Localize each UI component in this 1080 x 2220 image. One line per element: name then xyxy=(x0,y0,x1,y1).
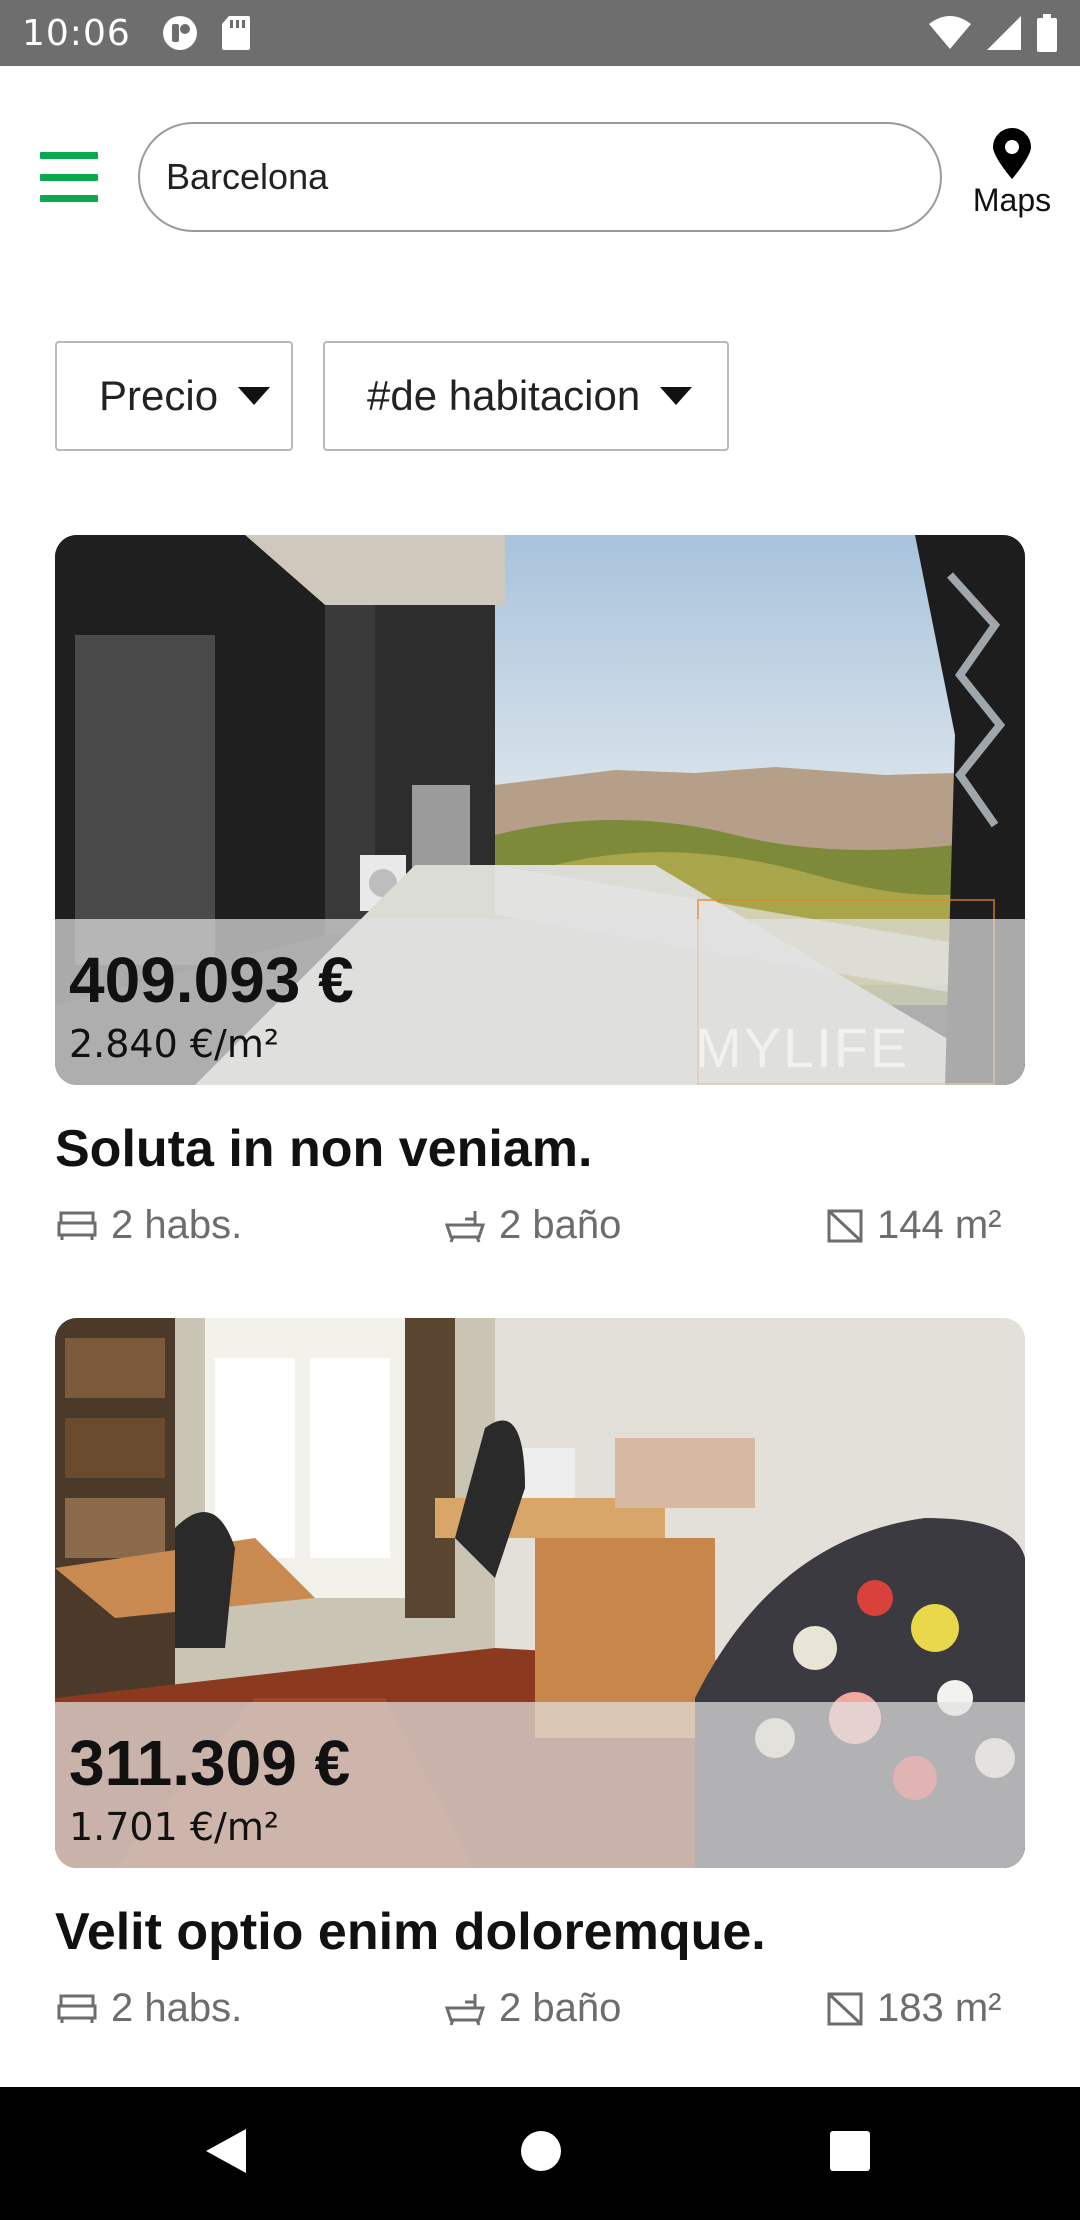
price-filter-label: Precio xyxy=(99,372,219,419)
baths-text: 2 baño xyxy=(499,1203,622,1247)
listing-title[interactable]: Velit optio enim doloremque. xyxy=(55,1902,1025,1962)
baths-feature: 2 baño xyxy=(445,1203,621,1248)
signal-icon xyxy=(987,16,1021,50)
search-input[interactable] xyxy=(166,156,940,198)
header: Maps xyxy=(0,66,1080,286)
area-feature: 144 m² xyxy=(827,1203,1002,1248)
area-feature: 183 m² xyxy=(827,1986,1002,2031)
price-filter-dropdown[interactable]: Precio xyxy=(55,341,293,451)
listing-price: 311.309 € xyxy=(69,1727,351,1799)
rooms-filter-label: #de habitacion xyxy=(367,372,641,419)
system-nav-bar xyxy=(0,2087,1080,2220)
baths-text: 2 baño xyxy=(499,1986,622,2030)
home-icon[interactable] xyxy=(519,2127,563,2175)
map-pin-icon xyxy=(993,128,1031,179)
listing-price-per-m2: 2.840 €/m² xyxy=(69,1022,280,1066)
maps-label: Maps xyxy=(972,182,1052,218)
rooms-text: 2 habs. xyxy=(111,1986,243,2030)
battery-icon xyxy=(1037,14,1057,52)
bathtub-icon xyxy=(445,1993,485,2026)
rooms-feature: 2 habs. xyxy=(57,1203,242,1248)
listing-price: 409.093 € xyxy=(69,944,354,1016)
rooms-text: 2 habs. xyxy=(111,1203,243,1247)
status-time: 10:06 xyxy=(22,12,131,54)
listing-card[interactable]: MYLIFE 409.093 € 2.840 €/m² Soluta in no… xyxy=(55,535,1025,1273)
search-field[interactable] xyxy=(138,122,942,232)
listing-features: 2 habs. 2 baño 183 m² xyxy=(55,1986,1025,2056)
listing-photo[interactable]: MYLIFE 409.093 € 2.840 €/m² xyxy=(55,535,1025,1085)
listing-photo[interactable]: 311.309 € 1.701 €/m² xyxy=(55,1318,1025,1868)
listing-card[interactable]: 311.309 € 1.701 €/m² Velit optio enim do… xyxy=(55,1318,1025,2056)
bathtub-icon xyxy=(445,1210,485,1243)
listing-features: 2 habs. 2 baño 144 m² xyxy=(55,1203,1025,1273)
watermark-logo: MYLIFE xyxy=(695,1016,910,1079)
menu-icon[interactable] xyxy=(40,152,98,202)
app-notification-icon xyxy=(162,16,197,50)
rooms-feature: 2 habs. xyxy=(57,1986,242,2031)
maps-button[interactable]: Maps xyxy=(962,128,1062,228)
filter-bar: Precio #de habitacion xyxy=(55,341,729,451)
wifi-icon xyxy=(929,16,971,49)
chevron-down-icon xyxy=(660,387,693,405)
area-icon xyxy=(827,1992,863,2025)
area-icon xyxy=(827,1209,863,1242)
area-text: 144 m² xyxy=(877,1203,1002,1247)
area-text: 183 m² xyxy=(877,1986,1002,2030)
sd-card-icon xyxy=(221,16,250,50)
listing-price-per-m2: 1.701 €/m² xyxy=(69,1805,280,1849)
rooms-filter-dropdown[interactable]: #de habitacion xyxy=(323,341,729,451)
baths-feature: 2 baño xyxy=(445,1986,621,2031)
bed-icon xyxy=(57,1994,97,2023)
recents-icon[interactable] xyxy=(828,2127,872,2175)
bed-icon xyxy=(57,1211,97,1240)
chevron-down-icon xyxy=(238,387,271,405)
status-bar: 10:06 xyxy=(0,0,1080,66)
back-icon[interactable] xyxy=(204,2127,248,2175)
listing-title[interactable]: Soluta in non veniam. xyxy=(55,1119,1025,1179)
